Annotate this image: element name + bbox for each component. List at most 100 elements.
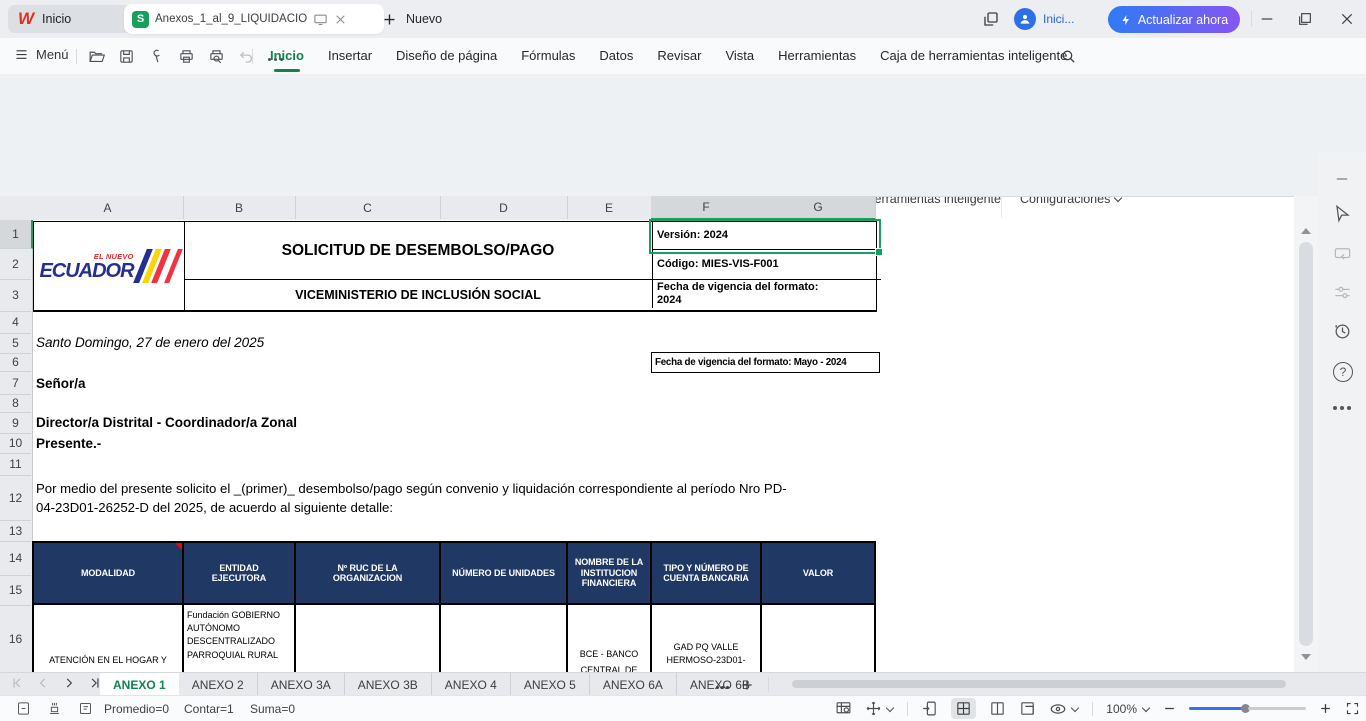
column-header-a[interactable]: A xyxy=(32,196,184,219)
cell-cuenta[interactable]: GAD PQ VALLE HERMOSO-23D01- xyxy=(652,641,760,667)
search-icon[interactable] xyxy=(1060,48,1077,65)
cursor-select-icon[interactable] xyxy=(1333,204,1352,223)
add-sheet-icon[interactable] xyxy=(740,678,754,692)
row-header-5[interactable]: 5 xyxy=(0,333,31,354)
horizontal-scroll-thumb[interactable] xyxy=(792,680,1286,688)
column-header-g[interactable]: G xyxy=(761,196,876,220)
city-date-cell[interactable]: Santo Domingo, 27 de enero del 2025 xyxy=(36,335,264,350)
row-header-4[interactable]: 4 xyxy=(0,311,31,334)
zoom-slider[interactable] xyxy=(1189,704,1306,713)
validity-may-cell[interactable]: Fecha de vigencia del formato: Mayo - 20… xyxy=(651,352,880,373)
document-subtitle-cell[interactable]: VICEMINISTERIO DE INCLUSIÓN SOCIAL xyxy=(184,279,652,310)
scroll-up-arrow[interactable] xyxy=(1301,228,1311,234)
close-document-icon[interactable] xyxy=(334,13,347,26)
scroll-down-arrow[interactable] xyxy=(1301,654,1311,660)
header-cuenta-bancaria[interactable]: TIPO Y NÚMERO DE CUENTA BANCARIA xyxy=(652,543,760,603)
sheet-tab-anexo-5[interactable]: ANEXO 5 xyxy=(511,673,590,696)
code-cell[interactable]: Código: MIES-VIS-F001 xyxy=(652,250,881,280)
outline-list-icon[interactable] xyxy=(78,701,93,716)
table-style-icon[interactable] xyxy=(835,700,852,717)
column-header-b[interactable]: B xyxy=(183,196,296,219)
page-break-view-icon[interactable] xyxy=(1019,700,1036,717)
prev-sheet-icon[interactable] xyxy=(36,676,50,690)
body-paragraph-cell[interactable]: Por medio del presente solicito el _(pri… xyxy=(36,479,874,517)
header-institucion-financiera[interactable]: NOMBRE DE LA INSTITUCION FINANCIERA xyxy=(568,543,650,603)
sheet-tab-anexo-4[interactable]: ANEXO 4 xyxy=(432,673,511,696)
sheet-tab-anexo-6a[interactable]: ANEXO 6A xyxy=(590,673,677,696)
horizontal-scrollbar[interactable] xyxy=(788,680,1292,689)
restore-button[interactable] xyxy=(1297,11,1313,27)
print-icon[interactable] xyxy=(178,48,195,65)
row-header-6[interactable]: 6 xyxy=(0,353,31,372)
vertical-scroll-thumb[interactable] xyxy=(1299,242,1313,646)
row-header-3[interactable]: 3 xyxy=(0,279,31,312)
comment-marker[interactable] xyxy=(175,543,182,550)
row-header-11[interactable]: 11 xyxy=(0,453,31,476)
more-sheets-icon[interactable] xyxy=(716,686,719,689)
sheet-tab-anexo-2[interactable]: ANEXO 2 xyxy=(179,673,258,696)
vertical-scrollbar[interactable] xyxy=(1294,196,1318,672)
present-cell[interactable]: Presente.- xyxy=(36,436,101,451)
loop-selection-icon[interactable] xyxy=(1333,244,1352,263)
column-header-e[interactable]: E xyxy=(567,196,652,219)
validity-cell[interactable]: Fecha de vigencia del formato: 2024 xyxy=(652,280,881,308)
page-layout-view-icon[interactable] xyxy=(989,700,1006,717)
wps-home-tab[interactable]: W Inicio xyxy=(8,5,136,33)
header-valor[interactable]: VALOR xyxy=(762,543,874,603)
normal-view-icon[interactable] xyxy=(951,698,976,719)
main-menu-button[interactable]: Menú xyxy=(14,47,69,62)
cell-entidad[interactable]: Fundación GOBIERNO AUTÓNOMO DESCENTRALIZ… xyxy=(187,609,293,662)
zoom-out-button[interactable] xyxy=(1163,702,1176,715)
header-entidad-ejecutora[interactable]: ENTIDAD EJECUTORA xyxy=(184,543,294,603)
reading-mode-button[interactable] xyxy=(1049,700,1079,718)
cell-modalidad[interactable]: ATENCIÓN EN EL HOGAR Y xyxy=(34,655,182,665)
row-header-10[interactable]: 10 xyxy=(0,433,31,454)
row-header-13[interactable]: 13 xyxy=(0,520,31,542)
sliders-icon[interactable] xyxy=(1333,283,1352,302)
menu-tab-revisar[interactable]: Revisar xyxy=(657,48,701,63)
header-modalidad[interactable]: MODALIDAD xyxy=(34,543,182,603)
addressee-cell[interactable]: Director/a Distrital - Coordinador/a Zon… xyxy=(36,415,297,430)
menu-tab-diseno[interactable]: Diseño de página xyxy=(396,48,497,63)
column-header-d[interactable]: D xyxy=(440,196,568,219)
menu-tab-insertar[interactable]: Insertar xyxy=(328,48,372,63)
row-header-2[interactable]: 2 xyxy=(0,248,31,280)
history-icon[interactable] xyxy=(1333,322,1352,341)
logo-cell[interactable]: EL NUEVO ECUADOR xyxy=(34,222,185,310)
row-header-12[interactable]: 12 xyxy=(0,475,31,521)
menu-tab-datos[interactable]: Datos xyxy=(599,48,633,63)
cell-institucion-line1[interactable]: BCE - BANCO xyxy=(568,649,650,659)
menu-tab-vista[interactable]: Vista xyxy=(725,48,754,63)
row-header-15[interactable]: 15 xyxy=(0,575,31,606)
account-button[interactable]: Inici... xyxy=(1014,8,1074,30)
close-window-button[interactable] xyxy=(1339,11,1355,27)
zoom-in-button[interactable] xyxy=(1319,702,1332,715)
collapse-panel-icon[interactable] xyxy=(1333,170,1351,188)
new-document-button[interactable]: Nuevo xyxy=(382,6,442,32)
mobile-view-icon[interactable] xyxy=(921,700,938,717)
row-header-14[interactable]: 14 xyxy=(0,541,31,576)
window-tabs-icon[interactable] xyxy=(982,10,1000,28)
cell-institucion-line2[interactable]: CENTRAL DE xyxy=(568,665,650,672)
first-sheet-icon[interactable] xyxy=(10,676,24,690)
salutation-cell[interactable]: Señor/a xyxy=(36,376,86,391)
print-preview-icon[interactable] xyxy=(208,48,225,65)
menu-tab-caja-inteligente[interactable]: Caja de herramientas inteligente xyxy=(880,48,1067,63)
next-sheet-icon[interactable] xyxy=(62,676,76,690)
row-header-16[interactable]: 16 xyxy=(0,605,31,673)
column-header-f[interactable]: F xyxy=(651,196,762,220)
sheet-tab-anexo-3a[interactable]: ANEXO 3A xyxy=(258,673,345,696)
document-tab[interactable]: S Anexos_1_al_9_LIQUIDACIONE xyxy=(124,4,384,34)
row-header-1[interactable]: 1 xyxy=(0,220,33,249)
column-header-c[interactable]: C xyxy=(295,196,441,219)
update-now-button[interactable]: Actualizar ahora xyxy=(1108,6,1240,33)
cell-info-icon[interactable] xyxy=(16,701,31,716)
row-header-7[interactable]: 7 xyxy=(0,371,31,395)
zoom-level-button[interactable]: 100% xyxy=(1106,702,1150,716)
row-header-9[interactable]: 9 xyxy=(0,412,31,434)
sheet-tab-anexo-1[interactable]: ANEXO 1 xyxy=(100,673,179,696)
header-ruc[interactable]: Nº RUC DE LA ORGANIZACION xyxy=(296,543,439,603)
help-icon[interactable]: ? xyxy=(1333,362,1353,382)
sheet-tab-anexo-3b[interactable]: ANEXO 3B xyxy=(345,673,432,696)
minimize-button[interactable] xyxy=(1259,11,1275,27)
